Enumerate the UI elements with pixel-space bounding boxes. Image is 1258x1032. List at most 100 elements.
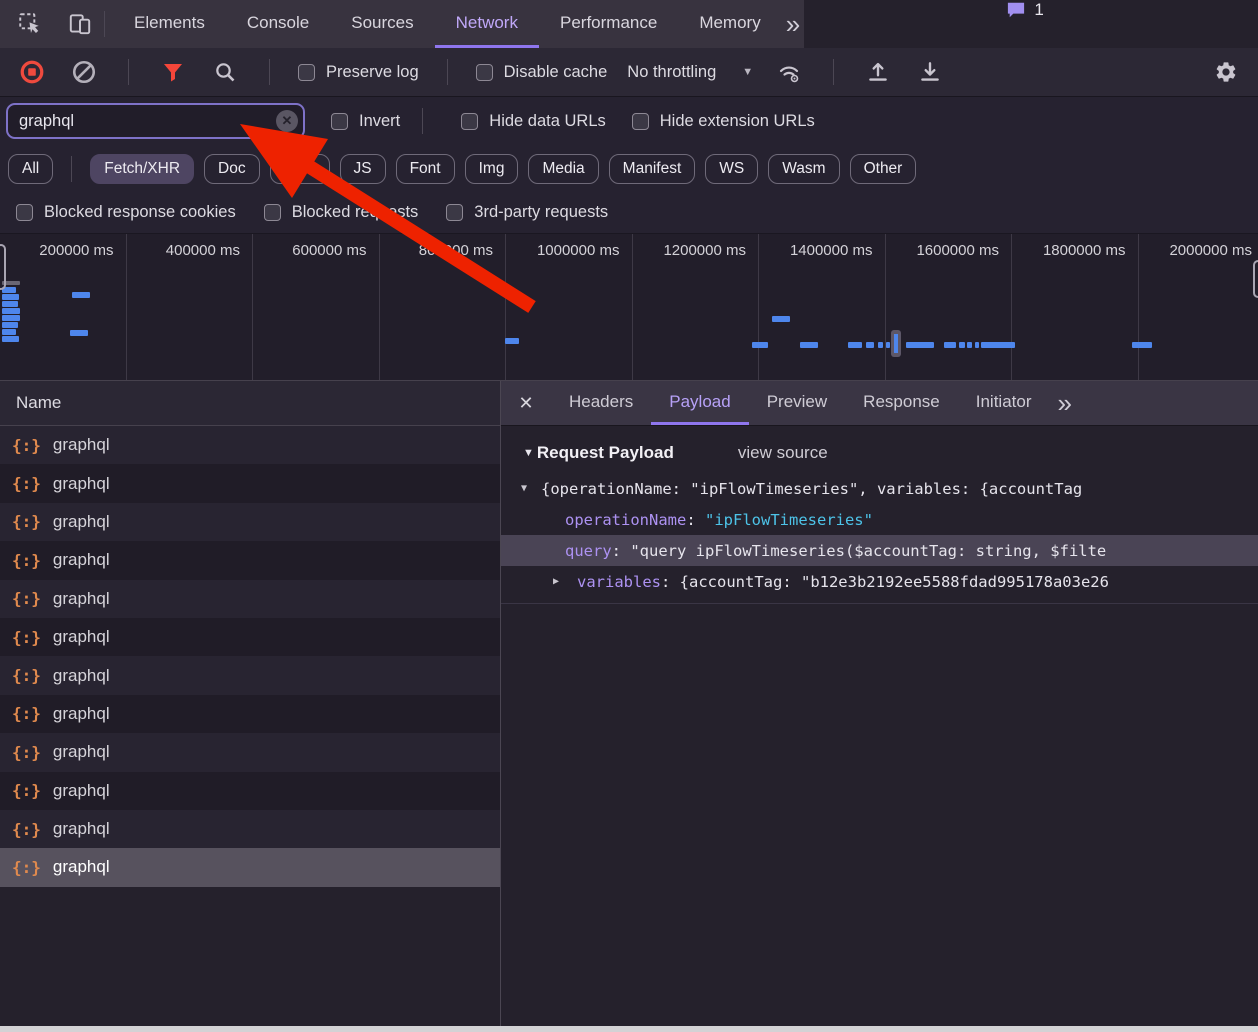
waterfall-bar (505, 338, 519, 344)
details-tab-initiator[interactable]: Initiator (958, 381, 1050, 425)
timeline-ticks: 200000 ms400000 ms600000 ms800000 ms1000… (0, 234, 1258, 380)
request-name: graphql (53, 704, 110, 724)
table-row[interactable]: {:} graphql (0, 695, 500, 733)
more-tabs-chevron-icon[interactable]: » (782, 11, 804, 37)
table-row[interactable]: {:}graphql (0, 810, 500, 848)
chip-img[interactable]: Img (465, 154, 519, 184)
3rd-party-requests-toggle[interactable]: 3rd-party requests (446, 203, 608, 222)
name-column-header[interactable]: Name (0, 381, 500, 426)
checkbox[interactable] (446, 204, 463, 221)
table-row[interactable]: {:}graphql (0, 464, 500, 502)
payload-summary-line[interactable]: ▼ {operationName: "ipFlowTimeseries", va… (501, 473, 1258, 504)
blocked-response-cookies-toggle[interactable]: Blocked response cookies (16, 203, 236, 222)
filter-funnel-icon[interactable] (157, 56, 189, 88)
collapse-triangle-icon[interactable]: ▼ (523, 447, 534, 459)
table-row[interactable]: {:}graphql (0, 733, 500, 771)
tab-memory[interactable]: Memory (678, 0, 781, 48)
network-conditions-icon[interactable] (773, 56, 805, 88)
preserve-log-checkbox[interactable] (298, 64, 315, 81)
issues-counter[interactable]: 1 (1006, 0, 1043, 20)
clear-filter-icon[interactable]: ✕ (276, 110, 298, 132)
view-source-link[interactable]: view source (738, 443, 828, 463)
network-overview-timeline[interactable]: 200000 ms400000 ms600000 ms800000 ms1000… (0, 233, 1258, 381)
details-tab-preview[interactable]: Preview (749, 381, 845, 425)
filter-row: ✕ Invert Hide data URLs Hide extension U… (0, 97, 1258, 145)
hide-extension-urls-checkbox[interactable] (632, 113, 649, 130)
table-row[interactable]: {:}graphql (0, 848, 500, 886)
network-settings-gear-icon[interactable] (1210, 56, 1242, 88)
table-row[interactable]: {:}graphql (0, 772, 500, 810)
chip-ws[interactable]: WS (705, 154, 758, 184)
divider (269, 59, 270, 85)
tab-performance[interactable]: Performance (539, 0, 678, 48)
disable-cache-toggle[interactable]: Disable cache (476, 63, 608, 82)
chip-manifest[interactable]: Manifest (609, 154, 696, 184)
checkbox[interactable] (16, 204, 33, 221)
details-tabbar: ✕ HeadersPayloadPreviewResponseInitiator… (501, 381, 1258, 426)
chip-media[interactable]: Media (528, 154, 598, 184)
blocked-requests-toggle[interactable]: Blocked requests (264, 203, 419, 222)
disable-cache-checkbox[interactable] (476, 64, 493, 81)
collapse-triangle-icon[interactable]: ▼ (521, 483, 537, 494)
details-tab-payload[interactable]: Payload (651, 381, 748, 425)
device-toolbar-icon[interactable] (64, 8, 96, 40)
invert-checkbox[interactable] (331, 113, 348, 130)
chip-other[interactable]: Other (850, 154, 917, 184)
variables-line[interactable]: ▶ variables: {accountTag: "b12e3b2192ee5… (501, 566, 1258, 597)
timeline-tick-label: 2000000 ms (1139, 234, 1258, 380)
record-network-log-icon[interactable] (16, 56, 48, 88)
expand-triangle-icon[interactable]: ▶ (553, 576, 569, 587)
tab-network[interactable]: Network (435, 0, 539, 48)
tab-elements[interactable]: Elements (113, 0, 226, 48)
preserve-log-toggle[interactable]: Preserve log (298, 63, 419, 82)
clear-network-log-icon[interactable] (68, 56, 100, 88)
chevron-down-icon: ▼ (742, 66, 753, 78)
devtools-tabbar: ElementsConsoleSourcesNetworkPerformance… (0, 0, 1258, 48)
query-line-highlighted[interactable]: query: "query ipFlowTimeseries($accountT… (501, 535, 1258, 566)
filter-input[interactable] (6, 103, 305, 139)
chip-wasm[interactable]: Wasm (768, 154, 839, 184)
invert-toggle[interactable]: Invert (331, 112, 400, 131)
chip-css[interactable]: CSS (270, 154, 330, 184)
table-row[interactable]: {:}graphql (0, 541, 500, 579)
chip-fetch-xhr[interactable]: Fetch/XHR (90, 154, 194, 184)
waterfall-bar (2, 294, 19, 300)
tab-console[interactable]: Console (226, 0, 330, 48)
table-row[interactable]: {:}graphql (0, 426, 500, 464)
waterfall-bar (906, 342, 934, 348)
waterfall-bar (2, 336, 19, 342)
tab-sources[interactable]: Sources (330, 0, 434, 48)
chip-all[interactable]: All (8, 154, 53, 184)
chip-doc[interactable]: Doc (204, 154, 260, 184)
export-har-icon[interactable] (914, 56, 946, 88)
table-row[interactable]: {:}graphql (0, 580, 500, 618)
request-details-pane: ✕ HeadersPayloadPreviewResponseInitiator… (501, 381, 1258, 1026)
hide-extension-urls-toggle[interactable]: Hide extension URLs (632, 112, 815, 131)
details-tab-headers[interactable]: Headers (551, 381, 651, 425)
waterfall-bar (944, 342, 956, 348)
import-har-icon[interactable] (862, 56, 894, 88)
overview-right-handle[interactable] (1253, 260, 1258, 298)
overview-left-handle[interactable] (0, 244, 6, 290)
timeline-tick-label: 1800000 ms (1012, 234, 1139, 380)
details-tab-response[interactable]: Response (845, 381, 958, 425)
chip-js[interactable]: JS (340, 154, 386, 184)
divider (128, 59, 129, 85)
inspect-element-icon[interactable] (14, 8, 46, 40)
search-icon[interactable] (209, 56, 241, 88)
hide-data-urls-toggle[interactable]: Hide data URLs (461, 112, 605, 131)
table-row[interactable]: {:}graphql (0, 503, 500, 541)
more-tabs-chevron-icon[interactable]: » (1053, 390, 1075, 416)
waterfall-bar (975, 342, 979, 348)
xhr-brace-icon: {:} (12, 704, 41, 723)
chip-font[interactable]: Font (396, 154, 455, 184)
waterfall-bar (752, 342, 768, 348)
hide-data-urls-checkbox[interactable] (461, 113, 478, 130)
waterfall-bar (2, 308, 20, 314)
table-row[interactable]: {:}graphql (0, 618, 500, 656)
table-row[interactable]: {:}graphql (0, 656, 500, 694)
timeline-tick-label: 1400000 ms (759, 234, 886, 380)
close-details-icon[interactable]: ✕ (501, 381, 551, 425)
checkbox[interactable] (264, 204, 281, 221)
throttling-select[interactable]: No throttling ▼ (627, 63, 753, 82)
